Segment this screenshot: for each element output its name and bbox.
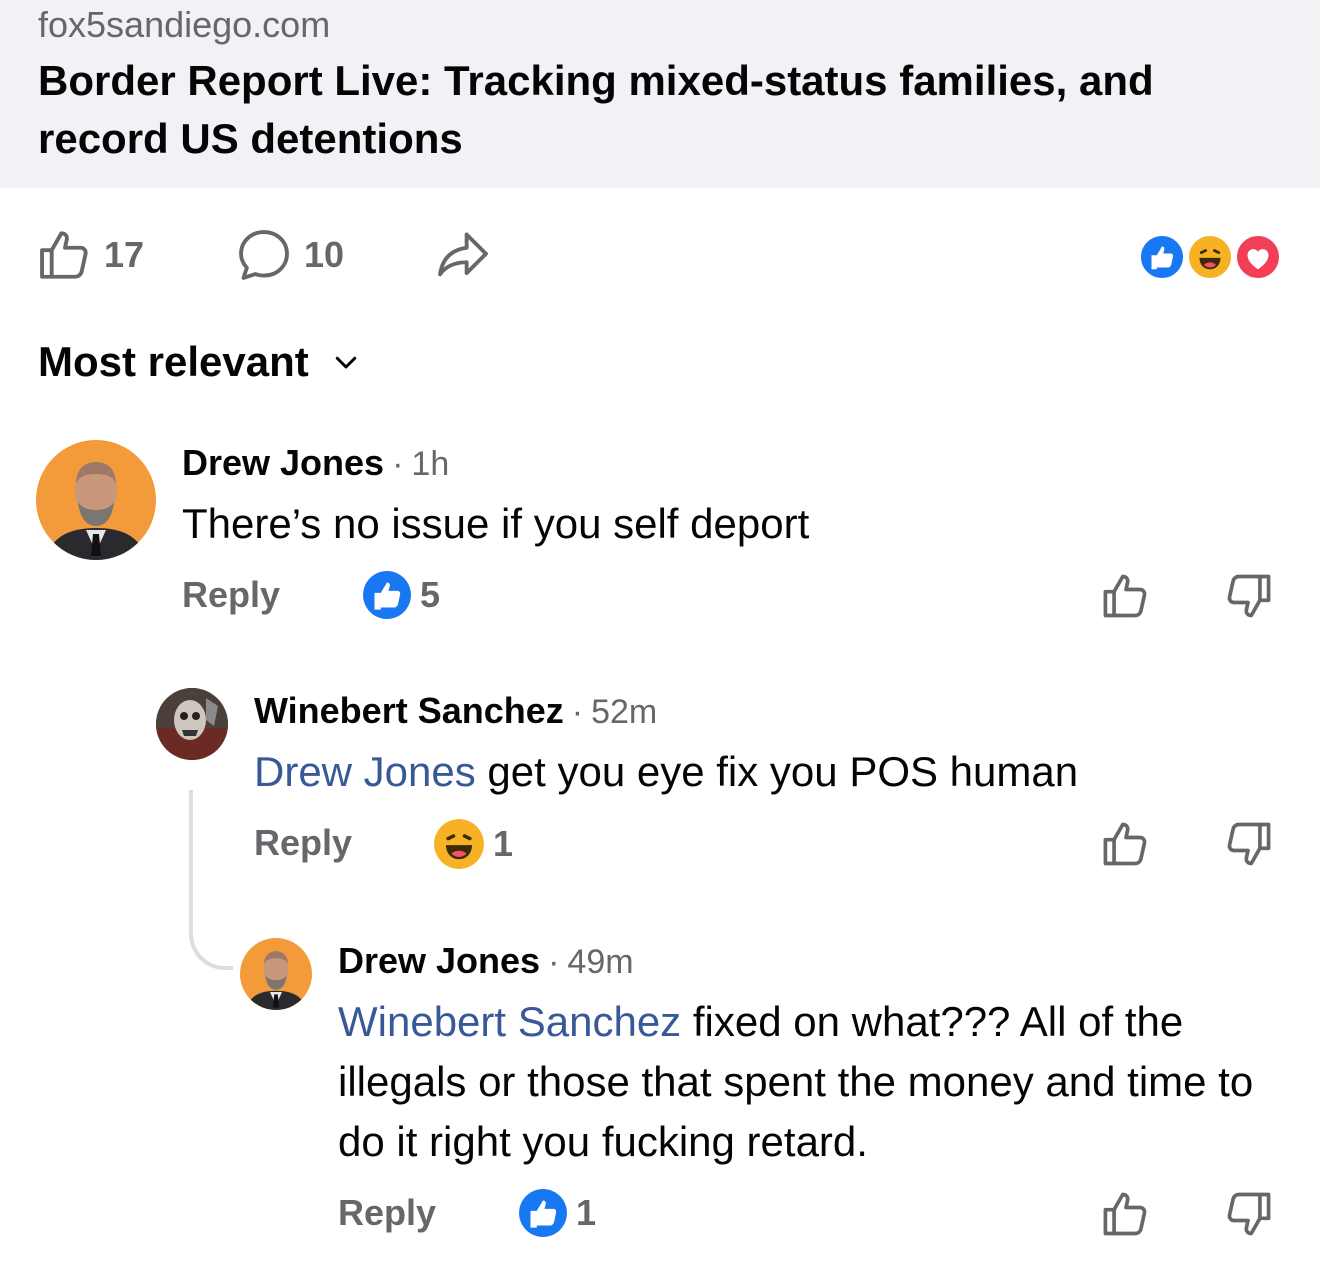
- share-arrow-icon: [438, 232, 488, 277]
- haha-reaction-icon: [1186, 233, 1234, 281]
- comment-author[interactable]: Drew Jones: [338, 940, 540, 981]
- avatar[interactable]: [36, 440, 156, 560]
- comment-author-line: Drew Jones · 49m: [338, 940, 634, 982]
- share-button[interactable]: [432, 226, 494, 284]
- reaction-count: 1: [493, 823, 514, 864]
- thumbs-up-icon[interactable]: [1100, 1188, 1152, 1240]
- like-reaction-icon: [1138, 233, 1186, 281]
- reaction-count: 5: [420, 574, 441, 615]
- comment-author[interactable]: Winebert Sanchez: [254, 690, 564, 731]
- comment-reaction-summary[interactable]: 1: [518, 1188, 596, 1238]
- comment-sort-dropdown[interactable]: Most relevant: [38, 338, 361, 386]
- reaction-count: 1: [576, 1192, 597, 1233]
- reply-button[interactable]: Reply: [254, 822, 352, 864]
- like-reaction-icon: [519, 1189, 567, 1237]
- comment-author-line: Drew Jones · 1h: [182, 442, 449, 484]
- love-reaction-icon: [1234, 233, 1282, 281]
- comment-text: There’s no issue if you self deport: [182, 494, 1262, 554]
- comment-timestamp[interactable]: 52m: [591, 693, 657, 731]
- separator-dot: ·: [392, 445, 404, 483]
- reply-button[interactable]: Reply: [182, 574, 280, 616]
- thumbs-up-icon[interactable]: [1100, 818, 1152, 870]
- avatar[interactable]: [156, 688, 228, 760]
- reaction-summary[interactable]: [1138, 233, 1288, 283]
- comment-body: get you eye fix you POS human: [475, 748, 1079, 795]
- like-count: 17: [104, 234, 145, 275]
- comment-author[interactable]: Drew Jones: [182, 442, 384, 483]
- avatar[interactable]: [240, 938, 312, 1010]
- separator-dot: ·: [571, 693, 584, 731]
- comment-button[interactable]: 10: [234, 226, 344, 284]
- like-button[interactable]: 17: [36, 226, 144, 284]
- link-domain: fox5sandiego.com: [38, 4, 331, 45]
- comment-bubble-icon: [239, 230, 289, 280]
- comment-reaction-summary[interactable]: 5: [362, 570, 440, 620]
- thumbs-up-icon: [40, 231, 88, 279]
- chevron-down-icon: [335, 356, 356, 369]
- thumbs-up-icon[interactable]: [1100, 570, 1152, 622]
- thumbs-down-icon[interactable]: [1222, 570, 1274, 622]
- comment-count: 10: [304, 234, 345, 275]
- comment-author-line: Winebert Sanchez · 52m: [254, 690, 657, 732]
- comment-timestamp[interactable]: 49m: [567, 943, 633, 981]
- comment-text: Drew Jones get you eye fix you POS human: [254, 742, 1264, 802]
- thumbs-down-icon[interactable]: [1222, 1188, 1274, 1240]
- thumbs-down-icon[interactable]: [1222, 818, 1274, 870]
- mention-link[interactable]: Winebert Sanchez: [338, 998, 681, 1045]
- haha-reaction-icon: [434, 819, 484, 869]
- comment-text: Winebert Sanchez fixed on what??? All of…: [338, 992, 1258, 1172]
- thread-connector-line: [189, 790, 233, 970]
- link-title[interactable]: Border Report Live: Tracking mixed-statu…: [38, 52, 1288, 168]
- link-preview-card[interactable]: fox5sandiego.com Border Report Live: Tra…: [0, 0, 1320, 188]
- comment-timestamp[interactable]: 1h: [411, 445, 449, 483]
- sort-label: Most relevant: [38, 338, 309, 385]
- comment-body: There’s no issue if you self deport: [182, 500, 810, 547]
- separator-dot: ·: [548, 943, 560, 981]
- comment-reaction-summary[interactable]: 1: [433, 818, 513, 870]
- reply-button[interactable]: Reply: [338, 1192, 436, 1234]
- mention-link[interactable]: Drew Jones: [254, 748, 476, 795]
- like-reaction-icon: [363, 571, 411, 619]
